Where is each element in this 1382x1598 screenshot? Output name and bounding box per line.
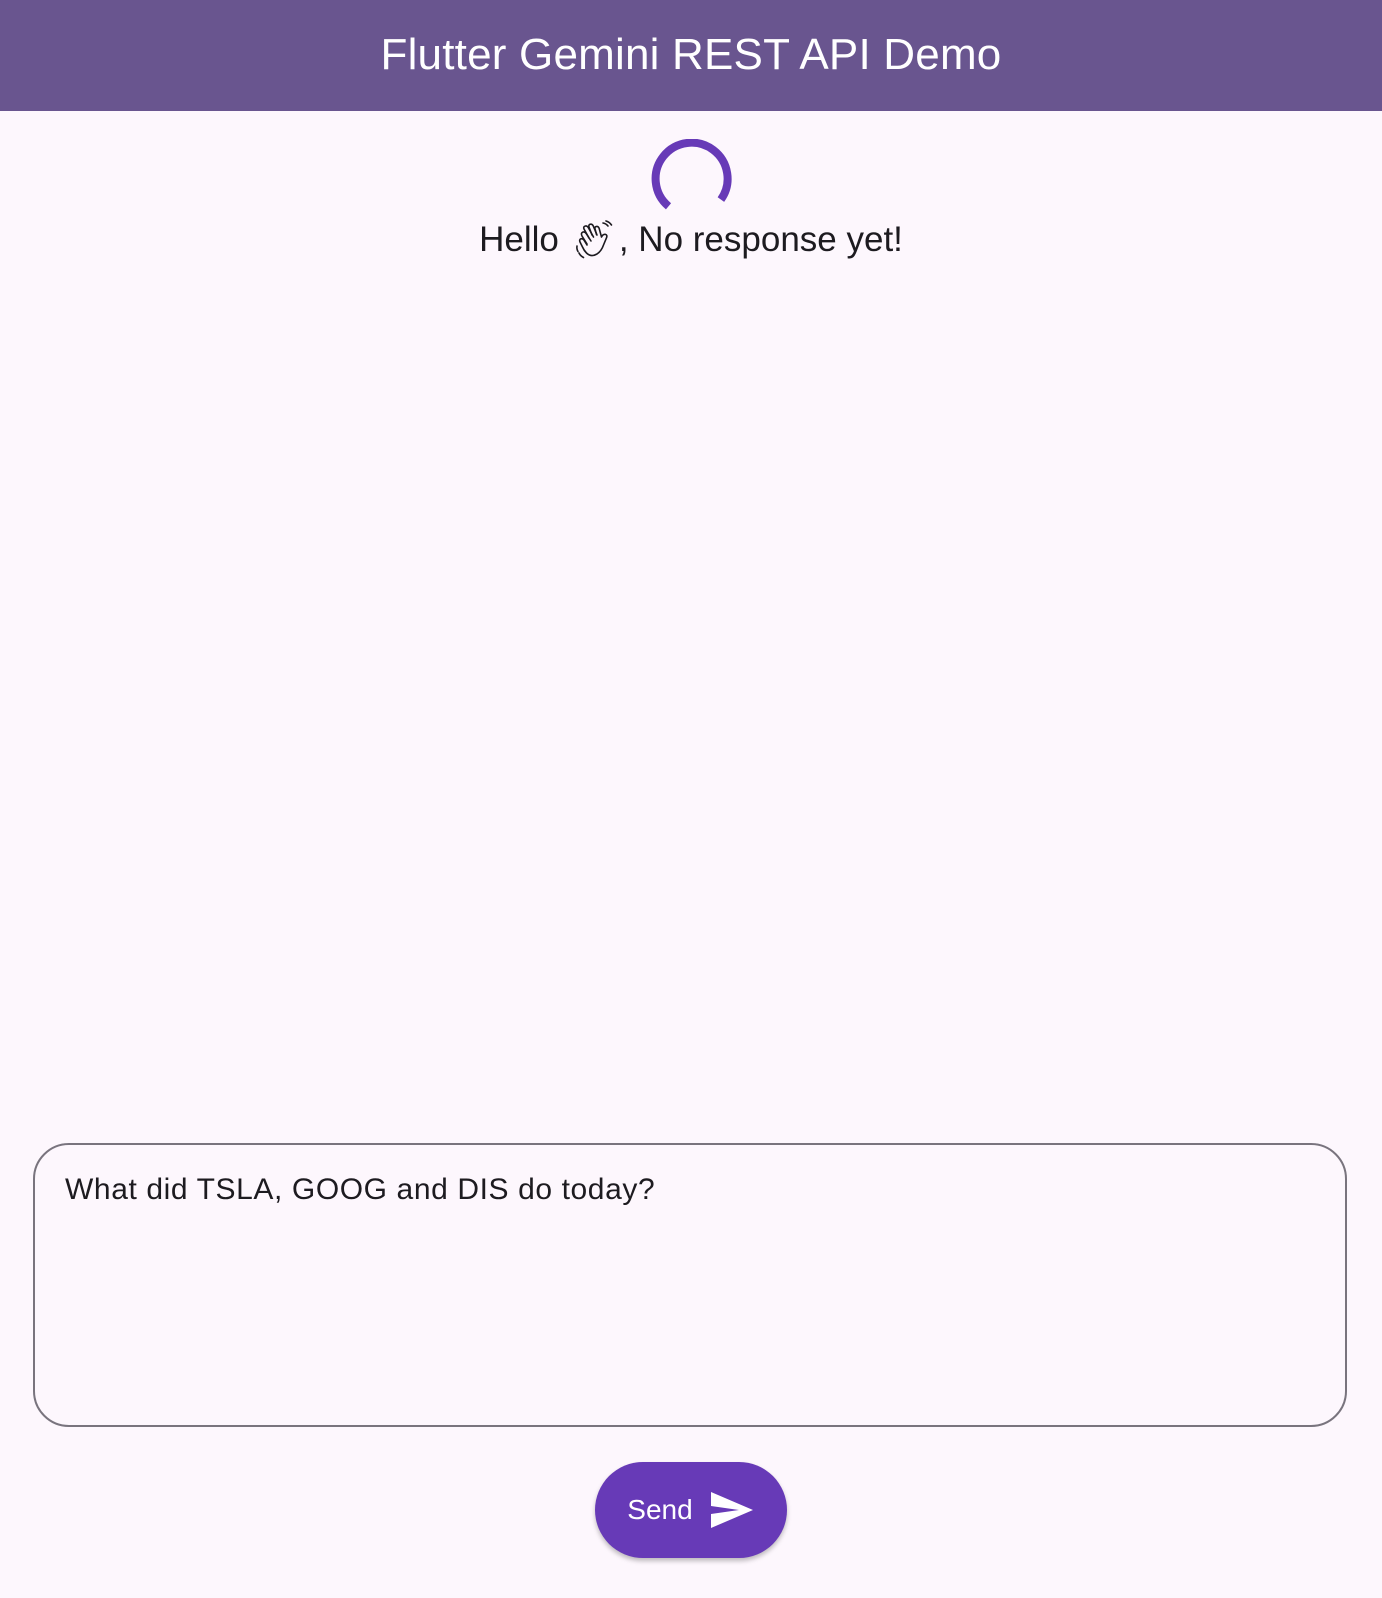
app-bar: Flutter Gemini REST API Demo	[0, 0, 1382, 111]
send-button[interactable]: Send	[595, 1462, 787, 1558]
prompt-input[interactable]	[33, 1143, 1347, 1427]
greeting-prefix: Hello	[479, 220, 559, 259]
response-status-text: Hello , No response yet!	[0, 218, 1382, 262]
send-icon	[710, 1492, 753, 1528]
loading-spinner-icon	[651, 139, 732, 210]
send-button-label: Send	[627, 1494, 693, 1525]
app-title: Flutter Gemini REST API Demo	[380, 29, 1002, 79]
waving-hand-icon	[575, 220, 613, 259]
app-window: Flutter Gemini REST API Demo Hello , No …	[0, 0, 1382, 1598]
greeting-suffix: , No response yet!	[618, 220, 903, 259]
